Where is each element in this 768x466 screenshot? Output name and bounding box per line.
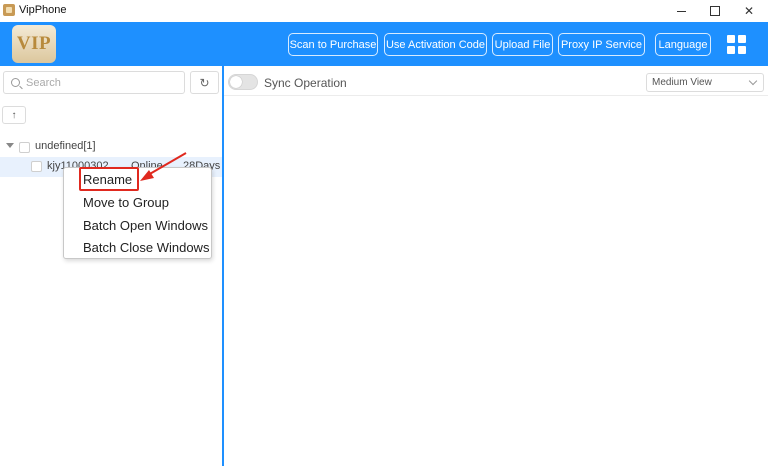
- logo-text: VIP: [16, 33, 52, 54]
- sync-toggle[interactable]: [228, 74, 258, 90]
- device-group[interactable]: undefined[1]: [0, 139, 222, 157]
- sync-operation-label: Sync Operation: [264, 76, 347, 90]
- panel-divider[interactable]: [222, 66, 224, 466]
- group-checkbox[interactable]: [19, 142, 30, 153]
- refresh-button[interactable]: ↻: [190, 71, 219, 94]
- maximize-button[interactable]: [697, 0, 733, 22]
- device-checkbox[interactable]: [31, 161, 42, 172]
- menu-item-batch-open-windows[interactable]: Batch Open Windows: [83, 218, 208, 233]
- refresh-icon: ↻: [199, 75, 210, 90]
- menu-item-move-to-group[interactable]: Move to Group: [83, 195, 169, 210]
- view-mode-select[interactable]: Medium View: [646, 73, 764, 92]
- grid-icon[interactable]: [727, 35, 746, 54]
- language-button[interactable]: Language: [655, 33, 711, 56]
- toolbar: VIP Scan to Purchase Use Activation Code…: [0, 22, 768, 66]
- menu-item-batch-close-windows[interactable]: Batch Close Windows: [83, 240, 209, 255]
- minimize-button[interactable]: [663, 0, 699, 22]
- scan-to-purchase-button[interactable]: Scan to Purchase: [288, 33, 378, 56]
- sort-button[interactable]: ↑: [2, 106, 26, 124]
- app-logo-icon: [3, 4, 15, 16]
- annotation-highlight-box: [79, 167, 139, 191]
- title-bar: VipPhone ✕: [0, 0, 768, 22]
- caret-down-icon[interactable]: [6, 143, 14, 148]
- search-input[interactable]: [26, 74, 176, 92]
- arrow-up-icon: ↑: [11, 109, 17, 121]
- use-activation-code-button[interactable]: Use Activation Code: [384, 33, 487, 56]
- vip-logo: VIP: [12, 25, 56, 63]
- proxy-ip-service-button[interactable]: Proxy IP Service: [558, 33, 645, 56]
- view-mode-value: Medium View: [652, 77, 712, 88]
- chevron-down-icon: [748, 76, 758, 86]
- close-icon: ✕: [743, 4, 755, 18]
- header-divider: [224, 95, 768, 96]
- search-box[interactable]: [3, 71, 185, 94]
- group-label: undefined[1]: [35, 140, 96, 152]
- search-icon: [11, 78, 20, 87]
- device-sidebar: ↻ ↑ undefined[1] kjy11000302 Online 28Da…: [0, 66, 223, 466]
- close-button[interactable]: ✕: [731, 0, 767, 22]
- upload-file-button[interactable]: Upload File: [492, 33, 553, 56]
- window-title: VipPhone: [19, 4, 67, 16]
